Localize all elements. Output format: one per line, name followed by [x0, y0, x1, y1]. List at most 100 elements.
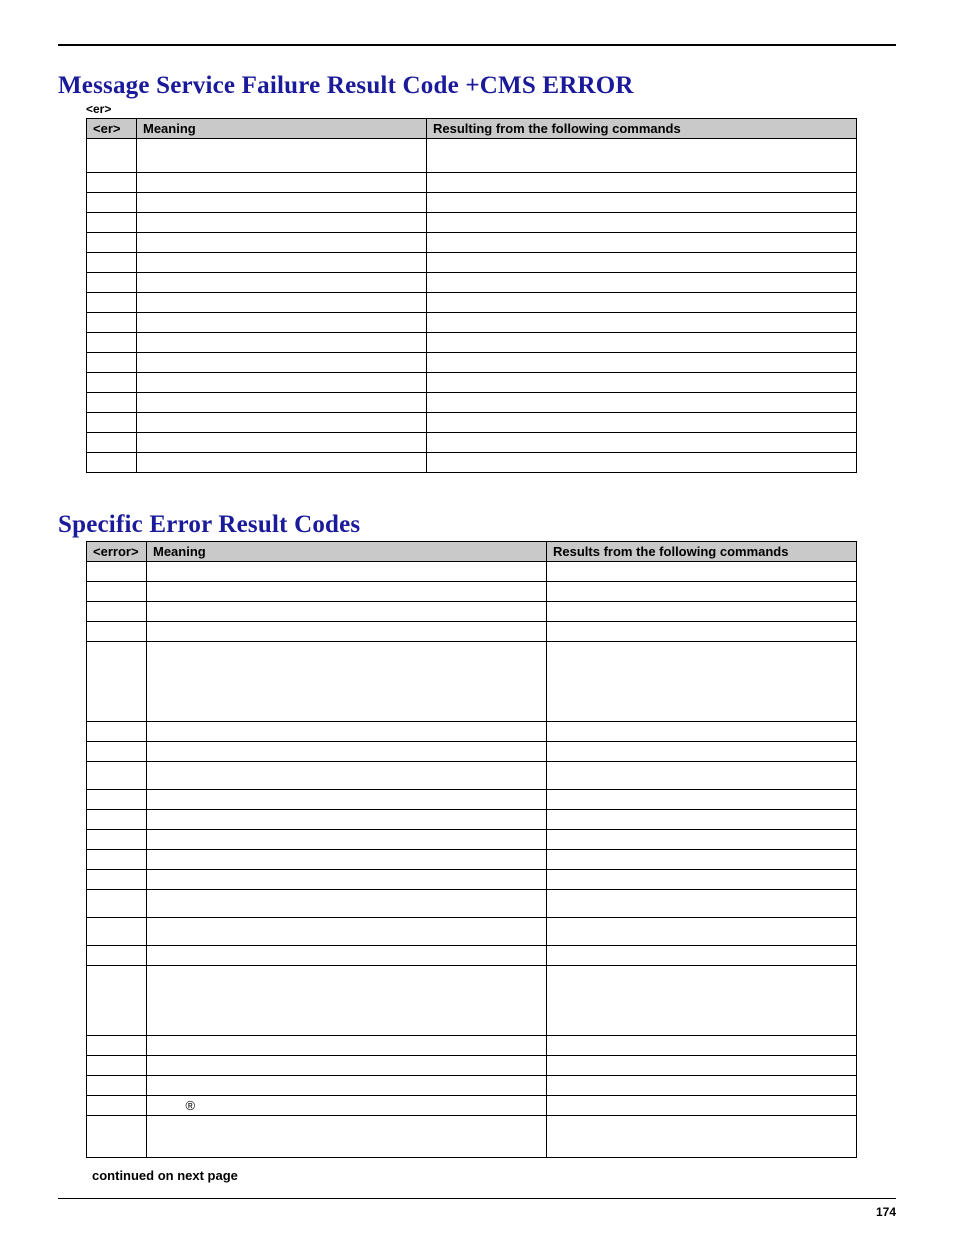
- table-cell: [87, 273, 137, 293]
- table-cell: [137, 173, 427, 193]
- table-cell: [137, 333, 427, 353]
- table-cell: [547, 642, 857, 722]
- table-cell: [87, 453, 137, 473]
- column-header: Meaning: [147, 542, 547, 562]
- table-cell: [87, 1096, 147, 1116]
- table-cell: [147, 946, 547, 966]
- table-row: [87, 642, 857, 722]
- table-cell: [87, 946, 147, 966]
- column-header: Results from the following commands: [547, 542, 857, 562]
- table-row: [87, 373, 857, 393]
- table-cell: [137, 433, 427, 453]
- table-cell: [137, 273, 427, 293]
- table-cell: [427, 353, 857, 373]
- table-cell: [87, 1036, 147, 1056]
- table-cell: [547, 870, 857, 890]
- section2-title: Specific Error Result Codes: [58, 511, 896, 539]
- table-cell: [547, 850, 857, 870]
- table-row: [87, 762, 857, 790]
- table-cell: ®: [147, 1096, 547, 1116]
- table-row: [87, 233, 857, 253]
- top-rule: [58, 44, 896, 46]
- table-cell: [427, 293, 857, 313]
- table-cell: [547, 1116, 857, 1158]
- table-cell: [147, 562, 547, 582]
- table-cell: [547, 582, 857, 602]
- table-cell: [547, 1076, 857, 1096]
- table-cell: [137, 253, 427, 273]
- table-row: [87, 193, 857, 213]
- table-row: [87, 293, 857, 313]
- section1-title: Message Service Failure Result Code +CMS…: [58, 72, 896, 100]
- table-cell: [137, 193, 427, 213]
- table-row: [87, 453, 857, 473]
- table-cell: [547, 1036, 857, 1056]
- table-cell: [547, 1096, 857, 1116]
- table-cell: [87, 233, 137, 253]
- table-cell: [87, 393, 137, 413]
- page-number: 174: [876, 1205, 896, 1219]
- table-cell: [427, 313, 857, 333]
- page: Message Service Failure Result Code +CMS…: [0, 0, 954, 1235]
- table-cell: [137, 353, 427, 373]
- table-cell: [547, 1056, 857, 1076]
- continued-footnote: continued on next page: [92, 1168, 896, 1183]
- table-row: [87, 333, 857, 353]
- table-cell: [547, 762, 857, 790]
- table-cell: [137, 453, 427, 473]
- table-row: [87, 393, 857, 413]
- table-cell: [137, 413, 427, 433]
- table-cell: [147, 918, 547, 946]
- table-row: [87, 742, 857, 762]
- table-cell: [87, 253, 137, 273]
- table-row: [87, 722, 857, 742]
- table-cell: [87, 830, 147, 850]
- table-cell: [547, 810, 857, 830]
- table-cell: [87, 293, 137, 313]
- table-row: [87, 213, 857, 233]
- table-cell: [427, 233, 857, 253]
- table-row: [87, 790, 857, 810]
- table-cell: [87, 918, 147, 946]
- table-cell: [147, 966, 547, 1036]
- table-cell: [547, 602, 857, 622]
- table-cell: [87, 850, 147, 870]
- table-row: [87, 139, 857, 173]
- table-cell: [87, 213, 137, 233]
- bottom-rule: [58, 1198, 896, 1199]
- table-cell: [427, 139, 857, 173]
- table-row: [87, 433, 857, 453]
- table-row: [87, 353, 857, 373]
- table-cell: [547, 562, 857, 582]
- table-cell: [87, 1116, 147, 1158]
- table-cell: [147, 602, 547, 622]
- table-cell: [87, 810, 147, 830]
- table-cell: [87, 642, 147, 722]
- specific-error-table: <error>MeaningResults from the following…: [86, 541, 857, 1158]
- table-cell: [147, 622, 547, 642]
- table-cell: [427, 193, 857, 213]
- table-cell: [147, 762, 547, 790]
- table-cell: [137, 373, 427, 393]
- table-cell: [427, 393, 857, 413]
- table-cell: [87, 870, 147, 890]
- table-cell: [147, 1036, 547, 1056]
- table-cell: [427, 333, 857, 353]
- table-cell: [137, 393, 427, 413]
- column-header: Resulting from the following commands: [427, 119, 857, 139]
- column-header: <er>: [87, 119, 137, 139]
- table-cell: [427, 433, 857, 453]
- table-cell: [87, 173, 137, 193]
- table-row: [87, 253, 857, 273]
- table-cell: [87, 742, 147, 762]
- table-cell: [147, 722, 547, 742]
- table-cell: [87, 1056, 147, 1076]
- table-header-row: <error>MeaningResults from the following…: [87, 542, 857, 562]
- table-cell: [147, 642, 547, 722]
- table-cell: [87, 193, 137, 213]
- table-cell: [147, 890, 547, 918]
- table-cell: [547, 722, 857, 742]
- table-cell: [87, 1076, 147, 1096]
- table-row: [87, 830, 857, 850]
- cms-error-table: <er>MeaningResulting from the following …: [86, 118, 857, 473]
